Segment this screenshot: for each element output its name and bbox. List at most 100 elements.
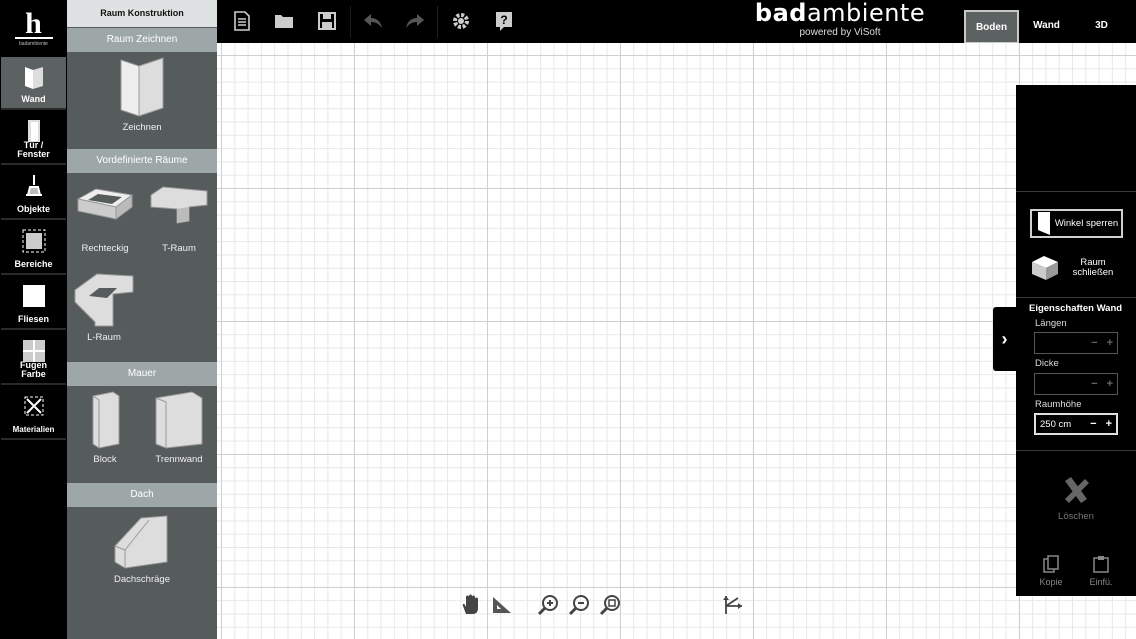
panel-title: Raum Konstruktion bbox=[67, 0, 217, 27]
redo-button[interactable] bbox=[404, 10, 426, 32]
rail-item-fliesen[interactable]: Fliesen bbox=[1, 277, 66, 330]
brand-logo: badambiente powered by ViSoft bbox=[740, 0, 940, 43]
brand-bold: bad bbox=[754, 0, 807, 27]
logo-subtext: badambiente bbox=[19, 40, 48, 47]
tool-block[interactable]: Block bbox=[85, 390, 125, 465]
brand-subtitle: powered by ViSoft bbox=[799, 27, 881, 38]
brand-rest: ambiente bbox=[806, 0, 926, 27]
view-wand-button[interactable]: Wand bbox=[1019, 10, 1074, 44]
close-room-label: Raum schließen bbox=[1072, 257, 1114, 278]
tool-label: T-Raum bbox=[162, 243, 196, 254]
tool-label: Rechteckig bbox=[81, 243, 129, 254]
rail-item-wand[interactable]: Wand bbox=[1, 57, 66, 110]
lock-angle-label: Winkel sperren bbox=[1054, 217, 1119, 229]
minus-icon[interactable]: − bbox=[1090, 418, 1096, 430]
open-button[interactable] bbox=[273, 10, 295, 32]
copy-button[interactable]: Kopie bbox=[1031, 555, 1071, 587]
copy-icon bbox=[1043, 555, 1059, 573]
divider bbox=[1016, 297, 1136, 298]
toolbar-divider bbox=[437, 6, 438, 38]
settings-button[interactable] bbox=[450, 10, 472, 32]
pan-button[interactable] bbox=[459, 593, 483, 617]
tiles-icon bbox=[22, 285, 45, 307]
rail-item-label: Bereiche bbox=[14, 259, 53, 269]
help-button[interactable]: ? bbox=[493, 10, 515, 32]
grout-icon bbox=[22, 340, 45, 362]
zoom-in-icon bbox=[537, 595, 558, 616]
zoom-fit-icon bbox=[599, 595, 620, 616]
t-room-icon bbox=[150, 186, 208, 224]
sloped-roof-icon bbox=[114, 515, 168, 569]
lock-angle-toggle[interactable]: Winkel sperren bbox=[1030, 209, 1123, 238]
angle-lock-icon bbox=[1038, 211, 1050, 235]
room-height-label: Raumhöhe bbox=[1035, 399, 1082, 410]
l-room-icon bbox=[74, 273, 134, 327]
close-room-button[interactable]: Raum schließen bbox=[1030, 253, 1130, 283]
properties-top-area bbox=[1016, 85, 1136, 192]
section-header: Vordefinierte Räume bbox=[67, 149, 217, 173]
zoom-in-button[interactable] bbox=[536, 593, 560, 617]
tool-t-raum[interactable]: T-Raum bbox=[149, 185, 209, 254]
section-header: Dach bbox=[67, 483, 217, 507]
properties-panel: Winkel sperren Raum schließen Eigenschaf… bbox=[1016, 85, 1136, 596]
length-stepper[interactable]: − + bbox=[1034, 332, 1118, 354]
new-document-button[interactable] bbox=[231, 10, 253, 32]
expand-right-panel-button[interactable]: › bbox=[993, 307, 1016, 371]
room-height-value: 250 cm bbox=[1040, 418, 1072, 430]
rail-item-label: Fliesen bbox=[17, 314, 49, 324]
tool-trennwand[interactable]: Trennwand bbox=[149, 390, 209, 465]
paste-icon bbox=[1093, 556, 1109, 573]
view-3d-button[interactable]: 3D bbox=[1074, 10, 1129, 44]
close-room-icon bbox=[1032, 256, 1058, 280]
tool-dachschraege[interactable]: Dachschräge bbox=[102, 512, 182, 585]
thickness-stepper[interactable]: − + bbox=[1034, 373, 1118, 395]
app-logo: h badambiente bbox=[0, 0, 67, 55]
tool-rechteckig[interactable]: Rechteckig bbox=[75, 185, 135, 254]
zoom-out-button[interactable] bbox=[567, 593, 591, 617]
rail-item-label: Wand bbox=[21, 94, 46, 104]
partition-wall-icon bbox=[155, 391, 203, 449]
rail-item-objekte[interactable]: Objekte bbox=[1, 167, 66, 220]
copy-label: Kopie bbox=[1039, 577, 1063, 587]
delete-icon bbox=[1065, 477, 1089, 503]
new-document-icon bbox=[234, 11, 250, 31]
rail-item-materialien[interactable]: Materialien bbox=[1, 387, 66, 440]
save-button[interactable] bbox=[316, 10, 338, 32]
tool-zeichnen[interactable]: Zeichnen bbox=[107, 56, 177, 133]
tool-label: Zeichnen bbox=[122, 122, 162, 133]
length-label: Längen bbox=[1035, 318, 1067, 329]
rail-item-label: Materialien bbox=[12, 425, 55, 434]
tool-l-raum[interactable]: L-Raum bbox=[73, 272, 135, 343]
properties-title: Eigenschaften Wand bbox=[1029, 303, 1123, 314]
delete-button[interactable]: Löschen bbox=[1016, 475, 1136, 522]
paste-label: Einfü. bbox=[1089, 577, 1113, 587]
rail-item-tuer-fenster[interactable]: Tür / Fenster bbox=[1, 112, 66, 165]
section-header: Mauer bbox=[67, 362, 217, 386]
axis-button[interactable] bbox=[722, 593, 746, 617]
measure-button[interactable] bbox=[490, 593, 514, 617]
plus-icon[interactable]: + bbox=[1107, 378, 1113, 390]
objects-icon bbox=[25, 175, 42, 196]
paste-button[interactable]: Einfü. bbox=[1081, 555, 1121, 587]
room-height-stepper[interactable]: 250 cm − + bbox=[1034, 413, 1118, 435]
axis-icon bbox=[723, 596, 742, 614]
plus-icon[interactable]: + bbox=[1106, 418, 1112, 430]
divider bbox=[1016, 450, 1136, 451]
zoom-out-icon bbox=[568, 595, 589, 616]
materials-icon bbox=[24, 396, 43, 416]
minus-icon[interactable]: − bbox=[1091, 378, 1097, 390]
undo-button[interactable] bbox=[362, 10, 384, 32]
plus-icon[interactable]: + bbox=[1107, 337, 1113, 349]
rect-room-icon bbox=[76, 188, 134, 220]
toolbar-divider bbox=[350, 6, 351, 38]
logo-letter: h bbox=[14, 8, 53, 39]
view-boden-button[interactable]: Boden bbox=[964, 10, 1019, 44]
rail-item-bereiche[interactable]: Bereiche bbox=[1, 222, 66, 275]
delete-label: Löschen bbox=[1058, 511, 1094, 522]
rail-item-fugen-farbe[interactable]: Fugen Farbe bbox=[1, 332, 66, 385]
zoom-fit-button[interactable] bbox=[598, 593, 622, 617]
block-icon bbox=[92, 391, 120, 449]
rail-item-label: Objekte bbox=[16, 204, 50, 214]
construction-panel: Raum Konstruktion Raum Zeichnen Zeichnen… bbox=[67, 0, 217, 639]
minus-icon[interactable]: − bbox=[1091, 337, 1097, 349]
